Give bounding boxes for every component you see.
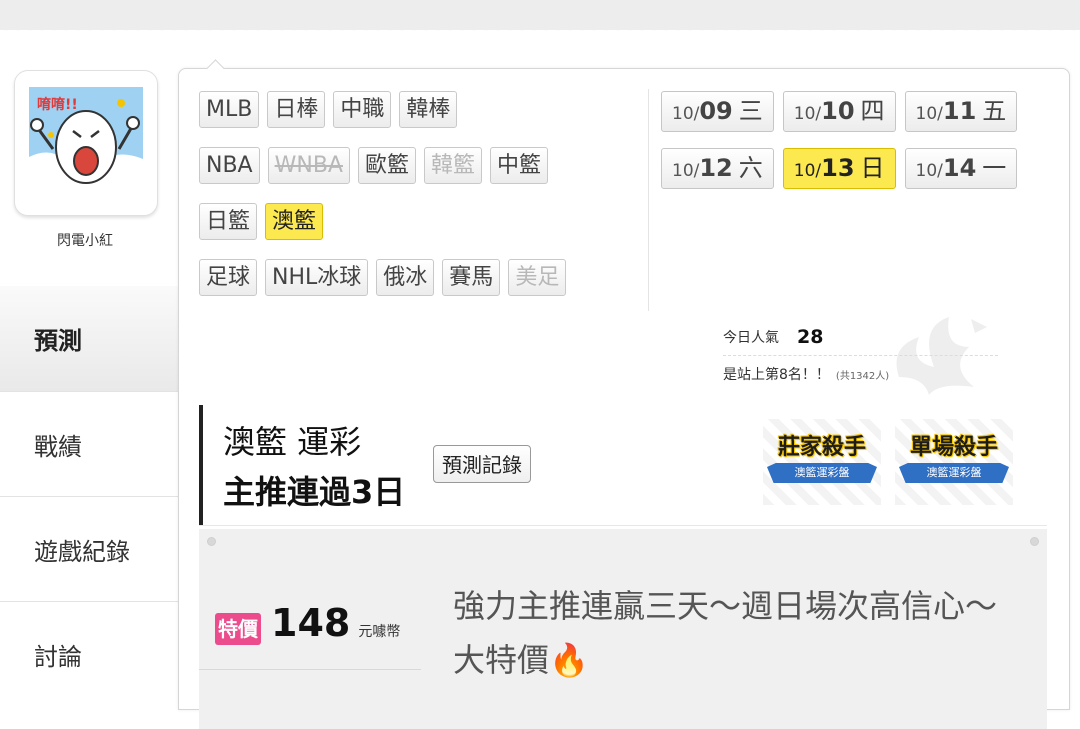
banner-streak: 主推連過3日 (223, 473, 406, 511)
tag-npb[interactable]: 日棒 (267, 91, 326, 128)
popularity-info: 今日人氣 28 是站上第8名！！ (共1342人) (723, 319, 998, 392)
tag-nfl: 美足 (508, 259, 567, 296)
offer-panel: 特價 148 元噱幣 強力主推連贏三天～週日場次高信心～大特價🔥 (199, 529, 1047, 729)
price-row: 特價 148 元噱幣 (215, 601, 400, 645)
date-button-1011[interactable]: 10/11 五 (904, 91, 1018, 132)
divider (199, 669, 421, 670)
popularity-label: 今日人氣 (723, 330, 779, 346)
date-button-1009[interactable]: 10/09 三 (661, 91, 774, 132)
tag-cpbl[interactable]: 中職 (333, 91, 392, 128)
sidebar: 唷唷!! 閃電小紅 預測 戰績 遊戲紀錄 討論 (0, 60, 178, 706)
tag-nba[interactable]: NBA (199, 147, 260, 184)
tag-korea-basketball: 韓籃 (423, 147, 482, 184)
tag-khl[interactable]: 俄冰 (376, 259, 435, 296)
popularity-count: 28 (797, 326, 824, 348)
main-panel: MLB 日棒 中職 韓棒 NBA WNBA 歐籃 韓籃 中籃 日籃 澳籃 足球 … (178, 68, 1070, 729)
date-button-1010[interactable]: 10/10 四 (782, 91, 896, 132)
side-nav: 預測 戰績 遊戲紀錄 討論 (0, 286, 178, 706)
nav-item-game-history[interactable]: 遊戲紀錄 (0, 496, 178, 601)
svg-text:唷唷!!: 唷唷!! (37, 96, 78, 113)
date-selector: 10/09 三 10/10 四 10/11 五 10/12 六 10/13 日 10/14… (661, 91, 1061, 205)
offer-description: 強力主推連贏三天～週日場次高信心～大特價🔥 (453, 587, 998, 679)
sale-badge: 特價 (215, 613, 261, 645)
price-value: 148 (271, 601, 351, 645)
popularity-total: (共1342人) (835, 370, 890, 382)
prediction-banner: 澳籃 運彩 主推連過3日 預測記錄 莊家殺手 澳籃運彩盤 單場殺手 澳籃運彩盤 (199, 405, 1047, 525)
tags-dates-divider (648, 89, 649, 311)
league-tags: MLB 日棒 中職 韓棒 NBA WNBA 歐籃 韓籃 中籃 日籃 澳籃 足球 … (199, 91, 639, 315)
tag-australia-basketball[interactable]: 澳籃 (265, 203, 324, 240)
avatar[interactable]: 唷唷!! (14, 70, 158, 216)
avatar-sticker-image: 唷唷!! (29, 87, 143, 199)
top-decorative-band (0, 0, 1080, 36)
tag-china-basketball[interactable]: 中籃 (490, 147, 549, 184)
banner-title: 澳籃 運彩 (223, 423, 362, 461)
tag-nhl[interactable]: NHL冰球 (265, 259, 369, 296)
date-button-1014[interactable]: 10/14 一 (904, 148, 1018, 189)
nav-item-predict[interactable]: 預測 (0, 286, 178, 391)
tag-soccer[interactable]: 足球 (199, 259, 258, 296)
nav-item-discussion[interactable]: 討論 (0, 601, 178, 706)
popularity-rank: 是站上第8名！！ (723, 367, 830, 383)
screw-decoration (207, 537, 216, 546)
screw-decoration (1030, 537, 1039, 546)
price-unit: 元噱幣 (358, 624, 401, 640)
nav-item-record[interactable]: 戰績 (0, 391, 178, 496)
date-button-1012[interactable]: 10/12 六 (661, 148, 774, 189)
date-button-1013[interactable]: 10/13 日 (782, 148, 896, 189)
badge-single-game-killer: 單場殺手 澳籃運彩盤 (895, 419, 1013, 505)
tag-japan-basketball[interactable]: 日籃 (199, 203, 258, 240)
tag-mlb[interactable]: MLB (199, 91, 260, 128)
tag-horse-racing[interactable]: 賽馬 (442, 259, 501, 296)
badge-bookmaker-killer: 莊家殺手 澳籃運彩盤 (763, 419, 881, 505)
prediction-record-button[interactable]: 預測記錄 (433, 445, 531, 483)
tag-euro-basketball[interactable]: 歐籃 (357, 147, 416, 184)
tag-wnba: WNBA (267, 147, 350, 184)
username: 閃電小紅 (57, 233, 113, 249)
achievement-badges: 莊家殺手 澳籃運彩盤 單場殺手 澳籃運彩盤 (763, 419, 1013, 505)
tag-kbo[interactable]: 韓棒 (399, 91, 458, 128)
